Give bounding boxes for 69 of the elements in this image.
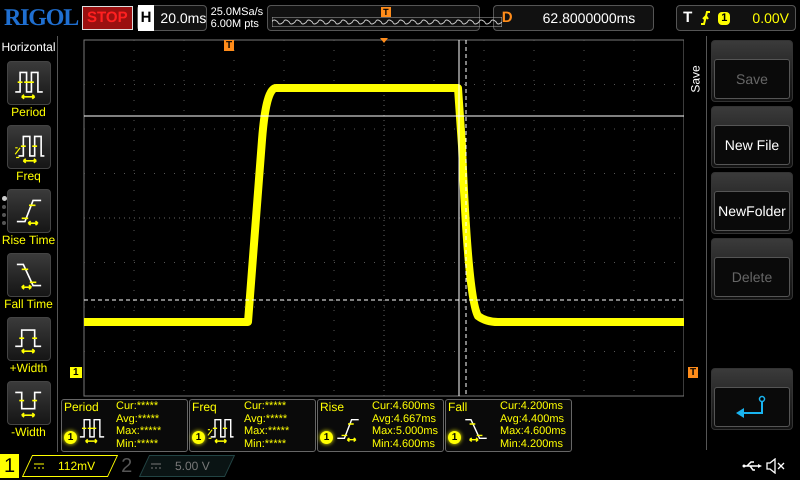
memory-depth: 6.00M pts bbox=[210, 18, 260, 30]
run-stop-indicator[interactable]: STOP bbox=[82, 6, 133, 30]
trigger-offset-icon bbox=[380, 38, 388, 43]
measure-type-button[interactable] bbox=[6, 189, 50, 233]
usb-icon bbox=[742, 460, 762, 472]
measurement-name: Fall bbox=[448, 400, 468, 414]
trigger-level-marker: T bbox=[688, 367, 698, 378]
timebase-value: 20.0ms bbox=[160, 8, 206, 28]
dc-coupling-icon bbox=[151, 463, 162, 469]
measurement-reading: Cur:***** bbox=[244, 400, 288, 412]
dc-coupling-icon bbox=[34, 463, 44, 469]
sample-rate: 25.0MSa/s bbox=[210, 6, 264, 18]
mute-icon bbox=[766, 458, 786, 474]
measure-type-button[interactable] bbox=[6, 125, 50, 169]
measure-type-button[interactable] bbox=[6, 381, 50, 425]
measure-type-label: Period bbox=[11, 105, 46, 119]
measurement-reading: Min:4.600ms bbox=[372, 438, 436, 450]
measure-type-label: Rise Time bbox=[2, 233, 56, 247]
channel-badge: 1 bbox=[718, 12, 730, 24]
channel-badge: 1 bbox=[192, 431, 205, 444]
measure-type-button[interactable] bbox=[6, 253, 50, 297]
trigger-position-marker: T bbox=[381, 7, 391, 17]
menu-button[interactable]: NewFolder bbox=[711, 172, 793, 234]
measure-type-label: +Width bbox=[10, 361, 48, 375]
menu-title: Save bbox=[688, 65, 704, 93]
measurement-name: Rise bbox=[320, 400, 346, 414]
timebase-label: H bbox=[138, 5, 154, 31]
measurement-reading: Max:4.600ms bbox=[500, 425, 566, 438]
channel-scale-panel[interactable]: 112mV bbox=[22, 455, 118, 477]
measurement-reading: Max:***** bbox=[244, 425, 290, 438]
channel-badge: 1 bbox=[320, 431, 333, 444]
channel-badge: 1 bbox=[448, 431, 461, 444]
measurement-reading: Min:4.200ms bbox=[500, 438, 564, 450]
measure-type-button[interactable] bbox=[6, 61, 50, 105]
measurement-reading: Min:***** bbox=[244, 438, 288, 450]
back-button[interactable] bbox=[711, 368, 793, 430]
brand-logo: RIGOL bbox=[4, 4, 78, 33]
channel-number[interactable]: 2 bbox=[117, 454, 136, 478]
measurement-reading: Cur:***** bbox=[116, 400, 160, 412]
measurement-name: Freq bbox=[192, 400, 218, 414]
channel-number[interactable]: 1 bbox=[0, 454, 20, 478]
measurement-reading: Cur:4.600ms bbox=[372, 400, 436, 412]
measurement-reading: Min:***** bbox=[116, 438, 160, 450]
delay-value: 62.8000000ms bbox=[542, 8, 636, 28]
rising-edge-icon bbox=[700, 10, 710, 26]
measure-type-label: Fall Time bbox=[4, 297, 53, 311]
measurement-reading: Avg:***** bbox=[116, 412, 160, 425]
measurement-name: Period bbox=[64, 400, 100, 414]
channel-scale-panel[interactable]: 5.00 V bbox=[139, 455, 236, 477]
measurement-reading: Avg:***** bbox=[244, 412, 288, 425]
channel-scale: 112mV bbox=[58, 458, 96, 475]
channel-scale: 5.00 V bbox=[175, 458, 210, 475]
delay-label: D bbox=[502, 8, 513, 28]
measurement-reading: Max:5.000ms bbox=[372, 425, 438, 438]
trigger-label: T bbox=[683, 8, 692, 28]
trigger-level: 0.00V bbox=[752, 8, 789, 28]
menu-button[interactable]: New File bbox=[711, 106, 793, 168]
measure-type-label: -Width bbox=[11, 425, 46, 439]
waveform-overview-icon bbox=[272, 17, 502, 27]
measurement-reading: Max:***** bbox=[116, 425, 162, 438]
trigger-position-marker: T bbox=[224, 40, 234, 51]
measurement-reading: Cur:4.200ms bbox=[500, 400, 564, 412]
menu-title: Horizontal bbox=[1, 39, 56, 56]
channel-marker: 1 bbox=[70, 367, 82, 378]
measurement-reading: Avg:4.667ms bbox=[372, 412, 438, 425]
measure-type-label: Freq bbox=[16, 169, 41, 183]
channel-badge: 1 bbox=[64, 431, 77, 444]
measure-type-button[interactable] bbox=[6, 317, 50, 361]
measurement-reading: Avg:4.400ms bbox=[500, 412, 566, 425]
